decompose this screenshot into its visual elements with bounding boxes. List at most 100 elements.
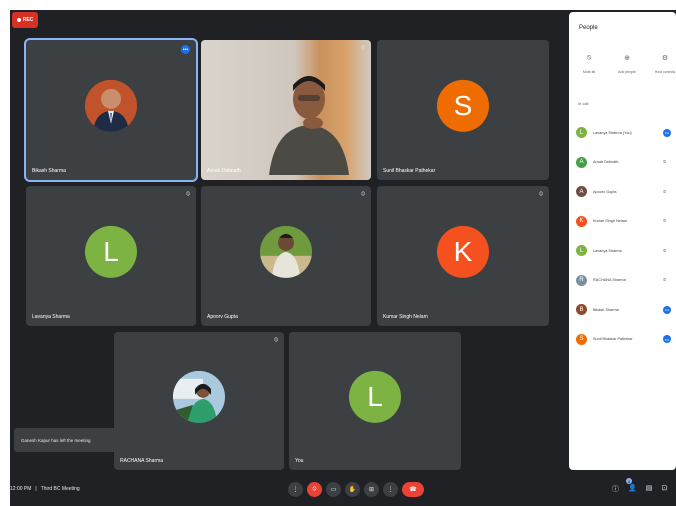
person-name: Sunil Bhaskar Pathekar [593, 337, 633, 342]
participant-tile[interactable]: L ⦸ Lavanya Sharma [26, 186, 196, 326]
participant-tile[interactable]: ⦸ RACHANA Sharma [114, 332, 284, 470]
person-avatar: B [576, 304, 587, 316]
present-button[interactable]: ⊞ [364, 482, 379, 497]
action-label: Host controls [654, 70, 676, 74]
participant-tile[interactable]: L You [289, 332, 461, 470]
mic-off-icon: ⦸ [663, 188, 667, 195]
list-item[interactable]: L Lavanya Sharma (You) ••• [576, 118, 676, 148]
add-people-button[interactable]: ⊕ Add people [615, 54, 639, 74]
participant-name: Apoorv Gupta [207, 314, 238, 320]
mic-off-icon: ⦸ [663, 218, 667, 225]
camera-button[interactable]: ▭ [326, 482, 341, 497]
person-avatar: A [576, 186, 587, 198]
mic-off-icon: ⦸ [186, 191, 190, 197]
participant-avatar: L [85, 225, 137, 278]
participant-name: Bikash Sharma [32, 168, 66, 174]
raise-hand-button[interactable]: ✋ [345, 482, 360, 497]
participant-name: Sunil Bhaskar Pathekar [383, 168, 436, 174]
participant-tile[interactable]: S Sunil Bhaskar Pathekar [377, 40, 549, 180]
speaking-indicator-icon: ••• [181, 45, 190, 54]
host-controls-icon: ⚙ [661, 55, 669, 62]
recording-label: REC [22, 17, 34, 23]
action-label: Mute all [582, 70, 596, 74]
meeting-stage: REC ••• Bikash Sharma ⦸ Arnab Debnath S … [10, 10, 676, 506]
participant-name: Lavanya Sharma [32, 314, 70, 320]
speaking-indicator-icon: ••• [663, 128, 671, 137]
panel-title: People [579, 25, 598, 31]
person-name: Kumar Singh Nelam [593, 219, 627, 224]
person-name: Lavanya Sharma [593, 248, 622, 253]
more-options-icon[interactable]: ⋮ [288, 482, 303, 497]
panel-actions: ⦸ Mute all ⊕ Add people ⚙ Host controls [577, 54, 676, 74]
section-label: In call [578, 101, 589, 106]
person-name: Arnab Debnath [593, 160, 619, 165]
mic-off-icon: ⦸ [663, 247, 667, 254]
participant-name: You [295, 458, 304, 464]
list-item[interactable]: B Bikash Sharma ••• [576, 295, 676, 325]
participant-name: Arnab Debnath [207, 168, 241, 174]
mic-off-icon: ⦸ [361, 45, 365, 51]
person-avatar: L [576, 245, 587, 257]
person-avatar: L [576, 127, 587, 139]
end-call-button[interactable]: ☎ [402, 482, 424, 497]
list-item[interactable]: R RACHANA Sharma ⦸ [576, 266, 676, 296]
person-name: RACHANA Sharma [593, 278, 626, 283]
host-controls-button[interactable]: ⚙ Host controls [653, 54, 676, 74]
list-item[interactable]: A Apoorv Gupta ⦸ [576, 177, 676, 207]
person-avatar: A [576, 156, 587, 168]
list-item[interactable]: L Lavanya Sharma ⦸ [576, 236, 676, 266]
mic-off-button[interactable]: ⦸ [307, 482, 322, 497]
person-name: Lavanya Sharma (You) [593, 130, 632, 135]
person-name: Apoorv Gupta [593, 189, 617, 194]
action-label: Add people [618, 70, 636, 74]
participant-avatar [260, 225, 312, 278]
mic-off-icon: ⦸ [361, 191, 365, 197]
recording-badge: REC [12, 12, 38, 28]
participant-tile[interactable]: K ⦸ Kumar Singh Nelam [377, 186, 549, 326]
mic-off-icon: ⦸ [663, 159, 667, 166]
meeting-time: 12:00 PM [10, 486, 32, 492]
participant-name: RACHANA Sharma [120, 458, 164, 464]
person-avatar: R [576, 274, 587, 286]
chat-icon[interactable]: ▤ [646, 484, 653, 494]
people-panel: People ⦸ Mute all ⊕ Add people ⚙ Host co… [569, 12, 676, 470]
mic-off-icon: ⦸ [539, 191, 543, 197]
participant-tile[interactable]: ⦸ Apoorv Gupta [201, 186, 371, 326]
person-avatar: S [576, 333, 587, 345]
meeting-separator: | [35, 486, 37, 492]
person-name: Bikash Sharma [593, 307, 619, 312]
mic-off-icon: ⦸ [274, 337, 278, 343]
speaking-indicator-icon: ••• [663, 305, 671, 314]
info-icon[interactable]: ⓘ [612, 484, 619, 494]
participant-name: Kumar Singh Nelam [383, 314, 428, 320]
people-icon[interactable]: 👤 [628, 484, 637, 494]
activities-icon[interactable]: ⊡ [661, 484, 667, 494]
mute-all-icon: ⦸ [586, 54, 592, 61]
list-item[interactable]: S Sunil Bhaskar Pathekar ••• [576, 325, 676, 355]
mic-off-icon: ⦸ [663, 277, 667, 284]
participant-avatar [173, 370, 225, 423]
participant-avatar: S [437, 79, 489, 132]
meeting-details[interactable]: 12:00 PM | Third BC Meeting [10, 486, 80, 492]
people-count-badge: 8 [626, 478, 632, 484]
speaking-indicator-icon: ••• [663, 335, 671, 344]
participant-avatar [85, 79, 137, 132]
toast-text: Ganesh Kapur has left the meeting [21, 437, 91, 443]
call-controls: ⋮ ⦸ ▭ ✋ ⊞ ⋮ ☎ [288, 482, 424, 497]
more-vert-button[interactable]: ⋮ [383, 482, 398, 497]
record-dot-icon [16, 18, 21, 22]
participant-video [201, 40, 371, 180]
participant-tile[interactable]: ••• Bikash Sharma [24, 38, 198, 182]
participant-avatar: K [437, 225, 489, 278]
list-item[interactable]: K Kumar Singh Nelam ⦸ [576, 207, 676, 237]
mute-all-button[interactable]: ⦸ Mute all [577, 54, 601, 74]
list-item[interactable]: A Arnab Debnath ⦸ [576, 148, 676, 178]
person-avatar: K [576, 215, 587, 227]
people-list: L Lavanya Sharma (You) ••• A Arnab Debna… [576, 118, 676, 354]
meeting-title: Third BC Meeting [40, 486, 80, 492]
meeting-side-controls: ⓘ 👤 ▤ ⊡ [612, 484, 667, 494]
participant-avatar: L [349, 370, 401, 423]
add-people-icon: ⊕ [624, 55, 630, 62]
participant-tile[interactable]: ⦸ Arnab Debnath [201, 40, 371, 180]
notification-toast: Ganesh Kapur has left the meeting [14, 428, 119, 452]
